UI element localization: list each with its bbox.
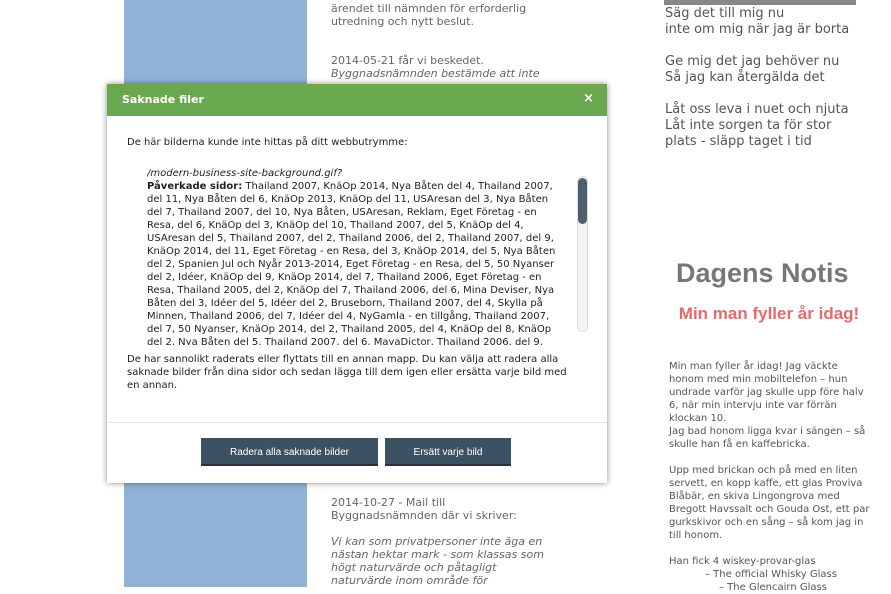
affected-pages-label: Påverkade sidor:: [147, 181, 243, 192]
missing-file-name: /modern-business-site-background.gif?: [147, 168, 343, 179]
dialog-intro: De här bilderna kunde inte hittas på dit…: [127, 137, 408, 148]
missing-files-dialog: Saknade filer × De här bilderna kunde in…: [107, 84, 607, 483]
missing-files-list[interactable]: /modern-business-site-background.gif? På…: [147, 167, 557, 345]
affected-pages: Påverkade sidor: Thailand 2007, KnäOp 20…: [147, 180, 557, 345]
affected-pages-list: Thailand 2007, KnäOp 2014, Nya Båten del…: [147, 181, 556, 345]
replace-each-image-button[interactable]: Ersätt varje bild: [385, 438, 511, 466]
delete-all-missing-images-button[interactable]: Radera alla saknade bilder: [201, 438, 378, 466]
dialog-header: Saknade filer ×: [107, 84, 607, 116]
footer-divider: [107, 422, 607, 423]
close-icon[interactable]: ×: [583, 91, 594, 106]
dialog-note: De har sannolikt raderats eller flyttats…: [127, 354, 567, 391]
scrollbar-thumb[interactable]: [578, 178, 587, 224]
dialog-title: Saknade filer: [122, 93, 204, 106]
scrollbar[interactable]: [577, 176, 588, 332]
